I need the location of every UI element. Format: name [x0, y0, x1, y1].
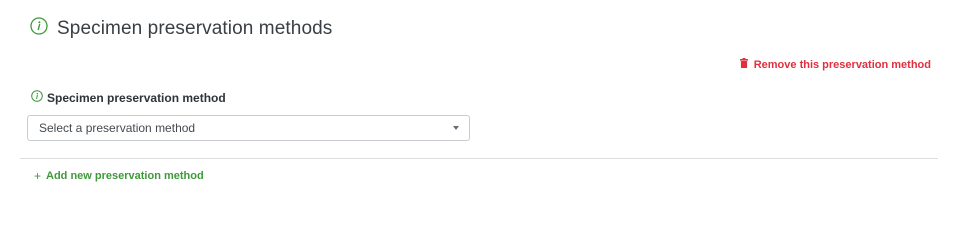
field-label-text: Specimen preservation method — [47, 90, 226, 105]
section-header: Specimen preservation methods — [30, 17, 332, 40]
plus-icon: + — [34, 169, 42, 183]
add-preservation-method-button[interactable]: + Add new preservation method — [34, 170, 204, 182]
preservation-method-select[interactable]: Select a preservation method — [27, 115, 470, 141]
select-value: Select a preservation method — [39, 121, 196, 135]
divider — [20, 158, 938, 159]
preservation-methods-panel: Specimen preservation methods Remove thi… — [0, 0, 970, 210]
section-title: Specimen preservation methods — [57, 17, 333, 39]
remove-preservation-method-button[interactable]: Remove this preservation method — [739, 58, 931, 71]
info-icon[interactable] — [31, 90, 47, 105]
info-icon[interactable] — [30, 17, 57, 40]
trash-icon — [739, 58, 754, 71]
preservation-method-field-label: Specimen preservation method — [31, 90, 226, 105]
chevron-down-icon — [453, 126, 459, 130]
add-preservation-method-label: Add new preservation method — [46, 170, 204, 182]
remove-preservation-method-label: Remove this preservation method — [753, 58, 931, 71]
